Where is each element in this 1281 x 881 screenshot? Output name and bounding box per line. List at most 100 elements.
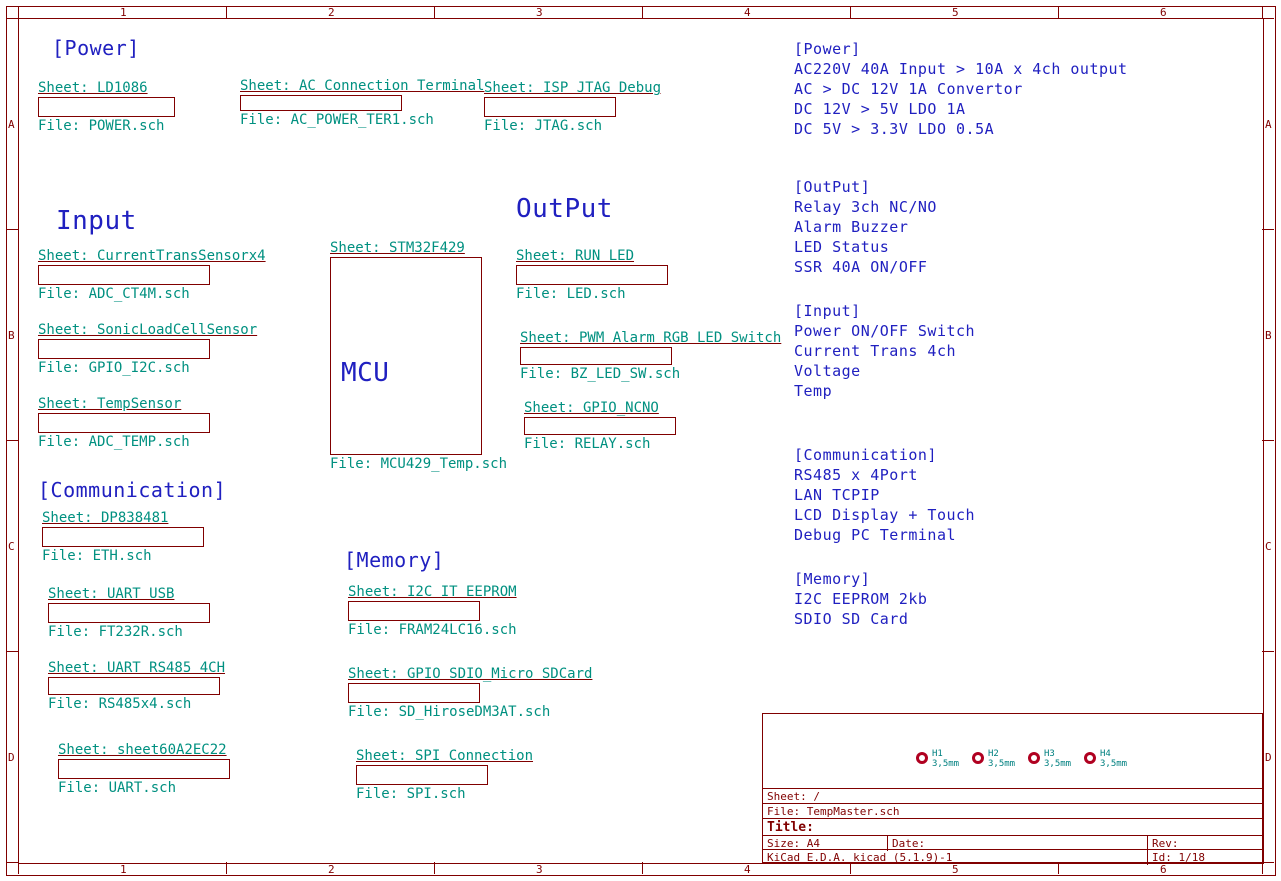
ruler-tick [6,440,18,441]
sheet-box [348,601,480,621]
ruler-tick [18,862,19,874]
sheet-name: Sheet: CurrentTransSensorx4 [38,248,266,264]
sheet-file: File: RELAY.sch [524,436,676,452]
section-power: [Power] [52,36,140,60]
ruler-tick [226,6,227,18]
note: RS485 x 4Port [794,466,918,484]
ruler-col: 1 [120,6,127,19]
sheet-name: Sheet: UART RS485 4CH [48,660,225,676]
sheet-path: Sheet: / [763,788,1262,804]
sheet-file: File: RS485x4.sch [48,696,225,712]
hierarchical-sheet[interactable]: Sheet: TempSensor File: ADC_TEMP.sch [38,396,210,450]
hierarchical-sheet[interactable]: Sheet: PWM Alarm RGB LED SwitchFile: BZ_… [520,330,781,382]
sheet-box [348,683,480,703]
ruler-tick [6,651,18,652]
sheet-box [484,97,616,117]
hierarchical-sheet[interactable]: Sheet: UART RS485 4CH File: RS485x4.sch [48,660,225,712]
ruler-row: C [8,540,15,553]
sheet-file: File: SPI.sch [356,786,533,802]
hierarchical-sheet[interactable]: Sheet: LD1086File: POWER.sch [38,80,175,134]
note: [Memory] [794,570,870,588]
ruler-col: 3 [536,863,543,876]
ruler-col: 1 [120,863,127,876]
sheet-name: Sheet: GPIO SDIO_Micro SDCard [348,666,592,682]
ruler-tick [1058,6,1059,18]
note: AC220V 40A Input > 10A x 4ch output [794,60,1128,78]
ruler-tick [1262,862,1274,863]
ruler-row: D [1265,751,1272,764]
sheet-box [38,339,210,359]
sheet-name: Sheet: STM32F429 [330,240,507,256]
ruler-row: D [8,751,15,764]
hierarchical-sheet[interactable]: Sheet: GPIO_NCNO File: RELAY.sch [524,400,676,452]
ruler-tick [1262,862,1263,874]
note: LCD Display + Touch [794,506,975,524]
ruler-col: 4 [744,6,751,19]
note: SSR 40A ON/OFF [794,258,927,276]
note: Power ON/OFF Switch [794,322,975,340]
ruler-tick [226,862,227,874]
section-input: Input [56,206,137,236]
note: Current Trans 4ch [794,342,956,360]
ruler-tick [1262,440,1274,441]
note: Temp [794,382,832,400]
hierarchical-sheet[interactable]: Sheet: AC Connection Terminal File: AC_PO… [240,78,484,128]
hierarchical-sheet[interactable]: Sheet: SPI ConnectionFile: SPI.sch [356,748,533,802]
sheet-file: File: LED.sch [516,286,668,302]
hierarchical-sheet[interactable]: Sheet: CurrentTransSensorx4 File: ADC_CT4… [38,248,266,302]
sheet-box [38,97,175,117]
sheet-box [42,527,204,547]
sheet-name: Sheet: ISP JTAG Debug [484,80,661,96]
sheet-file: File: SD_HiroseDM3AT.sch [348,704,592,720]
schematic-canvas: 1 2 3 4 5 6 1 2 3 4 5 6 A B C D A B C D … [0,0,1281,881]
ruler-tick [6,18,18,19]
sheet-box [516,265,668,285]
sheet-name: Sheet: sheet60A2EC22 [58,742,230,758]
file-path: File: TempMaster.sch [763,803,1262,819]
hierarchical-sheet[interactable]: Sheet: DP838481File: ETH.sch [42,510,204,564]
hierarchical-sheet[interactable]: Sheet: UART USBFile: FT232R.sch [48,586,210,640]
ruler-tick [1262,651,1274,652]
note: DC 5V > 3.3V LDO 0.5A [794,120,994,138]
ruler-col: 2 [328,863,335,876]
sheet-name: Sheet: GPIO_NCNO [524,400,676,416]
ruler-row: B [1265,329,1272,342]
sheet-box: MCU [330,257,482,455]
sheet-box [58,759,230,779]
sheet-box [48,677,220,695]
sheet-box [240,95,402,111]
title-block: Sheet: / File: TempMaster.sch Title: Siz… [762,713,1263,863]
ruler-col: 5 [952,6,959,19]
sheet-box [520,347,672,365]
note: [Input] [794,302,861,320]
hierarchical-sheet[interactable]: Sheet: I2C IT EEPROMFile: FRAM24LC16.sch [348,584,517,638]
hierarchical-sheet[interactable]: Sheet: GPIO SDIO_Micro SDCard File: SD_Hi… [348,666,592,720]
hierarchical-sheet[interactable]: Sheet: SonicLoadCellSensorFile: GPIO_I2C… [38,322,257,376]
hierarchical-sheet[interactable]: Sheet: RUN LEDFile: LED.sch [516,248,668,302]
sheet-name: Sheet: TempSensor [38,396,210,412]
sheet-name: Sheet: PWM Alarm RGB LED Switch [520,330,781,346]
ruler-tick [642,6,643,18]
ruler-tick [434,6,435,18]
hierarchical-sheet[interactable]: Sheet: ISP JTAG DebugFile: JTAG.sch [484,80,661,134]
note: Voltage [794,362,861,380]
note: Alarm Buzzer [794,218,908,236]
ruler-tick [18,6,19,18]
section-memory: [Memory] [344,548,444,572]
sheet-file: File: ADC_TEMP.sch [38,434,210,450]
hierarchical-sheet-mcu[interactable]: Sheet: STM32F429 MCU File: MCU429_Temp.s… [330,240,507,472]
sheet-file: File: FRAM24LC16.sch [348,622,517,638]
note: [Power] [794,40,861,58]
sheet-file: File: AC_POWER_TER1.sch [240,112,484,128]
mcu-label: MCU [341,358,389,388]
note: AC > DC 12V 1A Convertor [794,80,1023,98]
hierarchical-sheet[interactable]: Sheet: sheet60A2EC22File: UART.sch [58,742,230,796]
note: SDIO SD Card [794,610,908,628]
note: DC 12V > 5V LDO 1A [794,100,966,118]
sheet-file: File: FT232R.sch [48,624,210,640]
sheet-name: Sheet: LD1086 [38,80,175,96]
sheet-name: Sheet: AC Connection Terminal [240,78,484,94]
kicad-version: KiCad E.D.A. kicad (5.1.9)-1 [763,849,1150,865]
sheet-file: File: ADC_CT4M.sch [38,286,266,302]
ruler-col: 2 [328,6,335,19]
